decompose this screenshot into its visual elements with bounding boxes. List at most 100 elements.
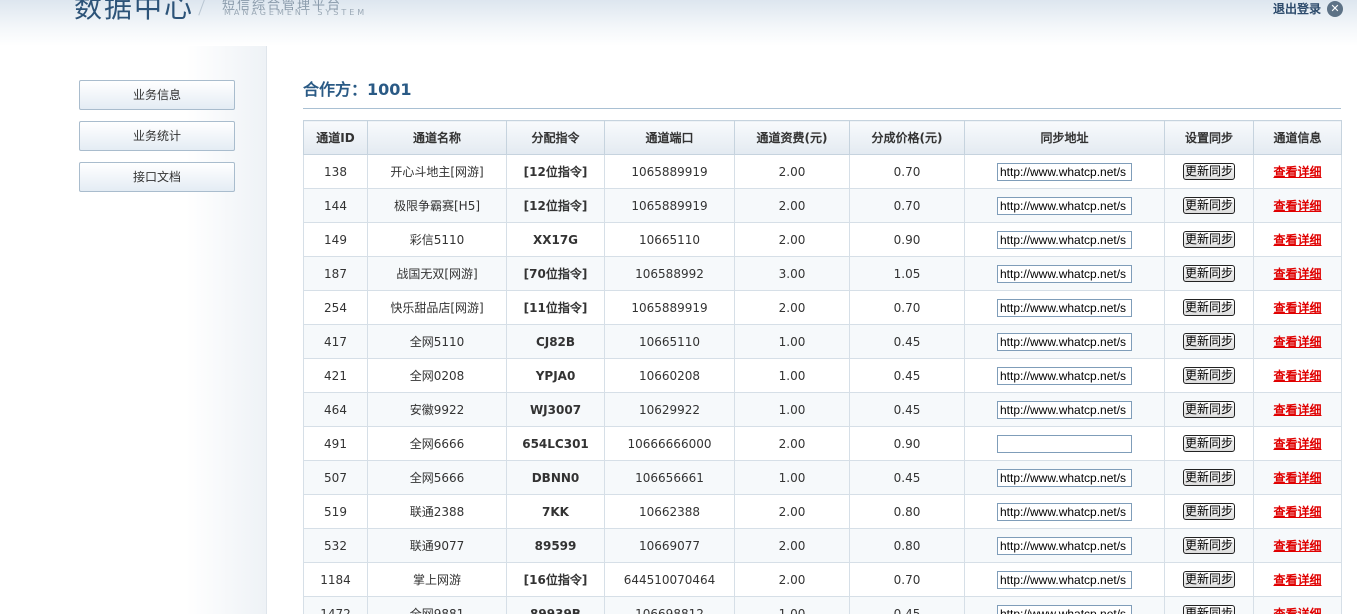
cell-port: 10662388 bbox=[604, 494, 735, 529]
cell-command: 654LC301 bbox=[506, 426, 605, 461]
sidebar-item-business-info[interactable]: 业务信息 bbox=[79, 80, 235, 110]
cell-id: 254 bbox=[303, 290, 368, 325]
sync-url-input[interactable] bbox=[997, 570, 1132, 589]
cell-channel-info: 查看详细 bbox=[1253, 596, 1342, 614]
update-sync-button[interactable]: 更新同步 bbox=[1182, 401, 1235, 418]
sidebar-item-api-docs[interactable]: 接口文档 bbox=[79, 162, 235, 192]
cell-fee: 2.00 bbox=[734, 426, 850, 461]
cell-fee: 2.00 bbox=[734, 222, 850, 257]
update-sync-button[interactable]: 更新同步 bbox=[1182, 197, 1235, 214]
view-detail-link[interactable]: 查看详细 bbox=[1273, 267, 1321, 281]
cell-command: [16位指令] bbox=[506, 562, 605, 597]
table-row: 491 全网6666 654LC301 10666666000 2.00 0.90 更新同步… bbox=[303, 426, 1342, 461]
cell-port: 10665110 bbox=[604, 222, 735, 257]
update-sync-button[interactable]: 更新同步 bbox=[1182, 231, 1235, 248]
cell-id: 138 bbox=[303, 154, 368, 189]
column-header-port: 通道端口 bbox=[604, 120, 735, 155]
sync-url-input[interactable] bbox=[997, 162, 1132, 181]
cell-id: 1184 bbox=[303, 562, 368, 597]
cell-fee: 1.00 bbox=[734, 358, 850, 393]
sync-url-input[interactable] bbox=[997, 196, 1132, 215]
logout-label[interactable]: 退出登录 bbox=[1273, 0, 1321, 17]
cell-price: 0.45 bbox=[849, 358, 965, 393]
column-header-set-sync: 设置同步 bbox=[1164, 120, 1254, 155]
header: 数据中心 短信综合管理平台 MANAGEMENT SYSTEM 退出登录 ✕ bbox=[0, 0, 1357, 46]
update-sync-button[interactable]: 更新同步 bbox=[1182, 265, 1235, 282]
sync-url-input[interactable] bbox=[997, 604, 1132, 614]
cell-port: 644510070464 bbox=[604, 562, 735, 597]
sync-url-input[interactable] bbox=[997, 366, 1132, 385]
view-detail-link[interactable]: 查看详细 bbox=[1273, 335, 1321, 349]
sync-url-input[interactable] bbox=[997, 230, 1132, 249]
update-sync-button[interactable]: 更新同步 bbox=[1182, 163, 1235, 180]
column-header-sync-url: 同步地址 bbox=[964, 120, 1165, 155]
sidebar-item-business-stats[interactable]: 业务统计 bbox=[79, 121, 235, 151]
view-detail-link[interactable]: 查看详细 bbox=[1273, 437, 1321, 451]
sync-url-input[interactable] bbox=[997, 468, 1132, 487]
cell-channel-info: 查看详细 bbox=[1253, 324, 1342, 359]
view-detail-link[interactable]: 查看详细 bbox=[1273, 301, 1321, 315]
table-row: 464安徽9922WJ3007106299221.000.45 更新同步 查看详细 bbox=[303, 392, 1342, 427]
sync-url-input[interactable] bbox=[997, 434, 1132, 453]
cell-port: 10669077 bbox=[604, 528, 735, 563]
column-header-fee: 通道资费(元) bbox=[734, 120, 850, 155]
update-sync-button[interactable]: 更新同步 bbox=[1182, 333, 1235, 350]
cell-fee: 2.00 bbox=[734, 188, 850, 223]
update-sync-button[interactable]: 更新同步 bbox=[1182, 571, 1235, 588]
update-sync-button[interactable]: 更新同步 bbox=[1182, 503, 1235, 520]
cell-set-sync: 更新同步 bbox=[1164, 324, 1254, 359]
cell-sync-url bbox=[964, 290, 1165, 325]
logout-button[interactable]: 退出登录 ✕ bbox=[1273, 0, 1343, 17]
view-detail-link[interactable]: 查看详细 bbox=[1273, 403, 1321, 417]
table-header-row: 通道ID 通道名称 分配指令 通道端口 通道资费(元) 分成价格(元) 同步地址… bbox=[303, 120, 1342, 155]
sync-url-input[interactable] bbox=[997, 332, 1132, 351]
page: 数据中心 短信综合管理平台 MANAGEMENT SYSTEM 退出登录 ✕ 业… bbox=[0, 0, 1357, 614]
cell-set-sync: 更新同步 bbox=[1164, 426, 1254, 461]
cell-channel-info: 查看详细 bbox=[1253, 392, 1342, 427]
view-detail-link[interactable]: 查看详细 bbox=[1273, 233, 1321, 247]
view-detail-link[interactable]: 查看详细 bbox=[1273, 573, 1321, 587]
update-sync-button[interactable]: 更新同步 bbox=[1182, 469, 1235, 486]
cell-price: 0.70 bbox=[849, 154, 965, 189]
sync-url-input[interactable] bbox=[997, 400, 1132, 419]
cell-set-sync: 更新同步 bbox=[1164, 188, 1254, 223]
cell-name: 极限争霸赛[H5] bbox=[367, 188, 507, 223]
cell-id: 519 bbox=[303, 494, 368, 529]
update-sync-button[interactable]: 更新同步 bbox=[1182, 367, 1235, 384]
cell-fee: 3.00 bbox=[734, 256, 850, 291]
update-sync-button[interactable]: 更新同步 bbox=[1182, 605, 1235, 614]
view-detail-link[interactable]: 查看详细 bbox=[1273, 505, 1321, 519]
view-detail-link[interactable]: 查看详细 bbox=[1273, 369, 1321, 383]
view-detail-link[interactable]: 查看详细 bbox=[1273, 471, 1321, 485]
close-circle-icon[interactable]: ✕ bbox=[1327, 0, 1343, 17]
update-sync-button[interactable]: 更新同步 bbox=[1182, 537, 1235, 554]
view-detail-link[interactable]: 查看详细 bbox=[1273, 199, 1321, 213]
cell-set-sync: 更新同步 bbox=[1164, 256, 1254, 291]
cell-channel-info: 查看详细 bbox=[1253, 494, 1342, 529]
update-sync-button[interactable]: 更新同步 bbox=[1182, 299, 1235, 316]
cell-price: 0.70 bbox=[849, 188, 965, 223]
cell-command: [12位指令] bbox=[506, 154, 605, 189]
cell-id: 187 bbox=[303, 256, 368, 291]
sync-url-input[interactable] bbox=[997, 502, 1132, 521]
cell-name: 全网0208 bbox=[367, 358, 507, 393]
view-detail-link[interactable]: 查看详细 bbox=[1273, 607, 1321, 614]
sync-url-input[interactable] bbox=[997, 298, 1132, 317]
cell-name: 安徽9922 bbox=[367, 392, 507, 427]
cell-fee: 2.00 bbox=[734, 562, 850, 597]
sidebar: 业务信息 业务统计 接口文档 bbox=[0, 46, 267, 614]
update-sync-button[interactable]: 更新同步 bbox=[1182, 435, 1235, 452]
cell-fee: 1.00 bbox=[734, 324, 850, 359]
cell-sync-url bbox=[964, 222, 1165, 257]
sync-url-input[interactable] bbox=[997, 536, 1132, 555]
view-detail-link[interactable]: 查看详细 bbox=[1273, 165, 1321, 179]
table-row: 1184掌上网游[16位指令]6445100704642.000.70 更新同步 查… bbox=[303, 562, 1342, 597]
cell-fee: 2.00 bbox=[734, 494, 850, 529]
table-row: 421全网0208YPJA0106602081.000.45 更新同步 查看详细 bbox=[303, 358, 1342, 393]
view-detail-link[interactable]: 查看详细 bbox=[1273, 539, 1321, 553]
cell-price: 0.80 bbox=[849, 528, 965, 563]
cell-channel-info: 查看详细 bbox=[1253, 154, 1342, 189]
sync-url-input[interactable] bbox=[997, 264, 1132, 283]
cell-fee: 2.00 bbox=[734, 528, 850, 563]
cell-fee: 1.00 bbox=[734, 392, 850, 427]
